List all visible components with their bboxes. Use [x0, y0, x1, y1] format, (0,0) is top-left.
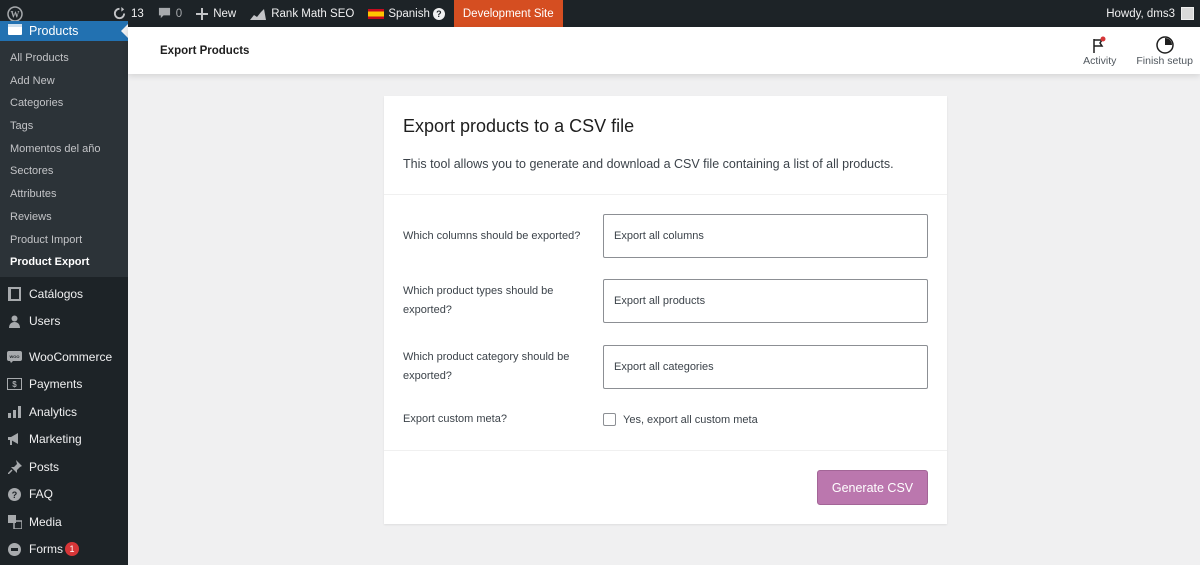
submenu-attributes[interactable]: Attributes	[0, 183, 128, 206]
export-card: Export products to a CSV file This tool …	[384, 96, 947, 524]
megaphone-icon	[7, 432, 22, 446]
updates-count: 13	[131, 7, 144, 20]
submenu-sectores[interactable]: Sectores	[0, 160, 128, 183]
page-header: Export Products Activity Finish setup	[128, 27, 1200, 74]
analytics-icon	[7, 405, 22, 418]
comments-count: 0	[175, 7, 183, 20]
product-types-select[interactable]: Export all products	[603, 279, 928, 323]
language-switcher[interactable]: Spanish ?	[361, 0, 452, 27]
sidebar-item-media[interactable]: Media	[0, 508, 128, 536]
new-label: New	[213, 7, 237, 20]
media-icon	[7, 514, 22, 529]
rank-math-button[interactable]: Rank Math SEO	[243, 0, 361, 27]
users-icon	[7, 315, 22, 328]
products-icon	[8, 24, 22, 38]
progress-circle-icon	[1155, 35, 1174, 55]
rank-math-icon	[250, 8, 267, 20]
forms-icon	[7, 542, 22, 556]
svg-text:WOO: WOO	[10, 354, 20, 359]
columns-row: Which columns should be exported? Export…	[403, 214, 928, 258]
products-submenu: All Products Add New Categories Tags Mom…	[0, 41, 128, 277]
custom-meta-checkbox-label: Yes, export all custom meta	[623, 413, 758, 426]
sidebar-item-products[interactable]: Products	[0, 21, 128, 41]
comment-icon	[158, 7, 171, 20]
sidebar-item-label: FAQ	[29, 487, 54, 502]
activity-button[interactable]: Activity	[1073, 27, 1126, 74]
submenu-all-products[interactable]: All Products	[0, 47, 128, 70]
language-label: Spanish	[388, 7, 430, 20]
sidebar-item-label: Payments	[29, 377, 83, 392]
sidebar-item-label: Forms	[29, 542, 63, 557]
page-title: Export Products	[160, 44, 250, 57]
submenu-momentos[interactable]: Momentos del año	[0, 138, 128, 161]
product-category-select[interactable]: Export all categories	[603, 345, 928, 389]
export-form: Which columns should be exported? Export…	[384, 195, 947, 451]
plus-icon	[196, 7, 209, 20]
payments-icon: $	[7, 378, 22, 391]
submenu-reviews[interactable]: Reviews	[0, 206, 128, 229]
sidebar-item-label: Users	[29, 314, 61, 329]
sidebar-item-label: Marketing	[29, 432, 82, 447]
forms-notification-badge: 1	[65, 542, 79, 557]
woocommerce-icon: WOO	[7, 350, 22, 363]
spain-flag-icon	[368, 8, 385, 19]
sidebar-item-label: Media	[29, 514, 62, 529]
comments-button[interactable]: 0	[151, 0, 189, 27]
sidebar-item-label: Analytics	[29, 404, 78, 419]
sidebar-item-label: Catálogos	[29, 286, 84, 301]
activity-label: Activity	[1083, 54, 1117, 67]
help-icon: ?	[7, 487, 22, 501]
custom-meta-checkbox[interactable]	[603, 413, 616, 426]
help-icon: ?	[432, 7, 445, 20]
sidebar-item-analytics[interactable]: Analytics	[0, 398, 128, 426]
sidebar-item-marketing[interactable]: Marketing	[0, 425, 128, 453]
submenu-product-import[interactable]: Product Import	[0, 229, 128, 252]
sidebar-item-catalogos[interactable]: Catálogos	[0, 280, 128, 308]
submenu-tags[interactable]: Tags	[0, 115, 128, 138]
product-types-row: Which product types should be exported? …	[403, 279, 928, 323]
rank-math-label: Rank Math SEO	[271, 7, 355, 20]
admin-bar: W 13 0 New Rank Math SEO Spanish ? Devel…	[0, 0, 1200, 27]
sidebar-item-faq[interactable]: ? FAQ	[0, 480, 128, 508]
book-icon	[7, 286, 22, 301]
sidebar-item-label: Products	[29, 24, 79, 38]
svg-text:?: ?	[12, 490, 18, 500]
product-types-label: Which product types should be exported?	[403, 285, 554, 316]
custom-meta-option[interactable]: Yes, export all custom meta	[603, 413, 758, 426]
new-content-button[interactable]: New	[189, 0, 243, 27]
finish-setup-button[interactable]: Finish setup	[1126, 27, 1200, 74]
card-description: This tool allows you to generate and dow…	[403, 157, 894, 171]
sidebar-item-users[interactable]: Users	[0, 307, 128, 335]
submenu-product-export[interactable]: Product Export	[0, 251, 128, 274]
custom-meta-row: Export custom meta? Yes, export all cust…	[403, 410, 928, 429]
generate-csv-button[interactable]: Generate CSV	[817, 470, 928, 505]
sidebar-item-label: WooCommerce	[29, 349, 113, 364]
sidebar-item-payments[interactable]: $ Payments	[0, 370, 128, 398]
svg-text:$: $	[12, 380, 17, 389]
sidebar-item-label: Posts	[29, 459, 60, 474]
submenu-add-new[interactable]: Add New	[0, 70, 128, 93]
development-site-badge[interactable]: Development Site	[453, 0, 563, 27]
card-title: Export products to a CSV file	[403, 116, 635, 136]
sidebar-item-forms[interactable]: Forms 1	[0, 535, 128, 563]
admin-sidebar: Products All Products Add New Categories…	[0, 21, 128, 565]
flag-icon	[1092, 35, 1108, 55]
columns-label: Which columns should be exported?	[403, 229, 581, 242]
wordpress-icon: W	[7, 5, 23, 22]
greeting: Howdy, dms3	[1106, 7, 1175, 20]
product-category-label: Which product category should be exporte…	[403, 351, 570, 382]
refresh-icon	[113, 7, 126, 20]
finish-setup-label: Finish setup	[1136, 54, 1193, 67]
pin-icon	[7, 459, 22, 474]
submenu-categories[interactable]: Categories	[0, 92, 128, 115]
columns-select[interactable]: Export all columns	[603, 214, 928, 258]
sidebar-item-woocommerce[interactable]: WOO WooCommerce	[0, 343, 128, 371]
avatar	[1181, 7, 1194, 20]
svg-text:W: W	[11, 9, 20, 19]
my-account-button[interactable]: Howdy, dms3	[1099, 0, 1200, 27]
product-category-row: Which product category should be exporte…	[403, 345, 928, 389]
custom-meta-label: Export custom meta?	[403, 413, 507, 425]
sidebar-item-posts[interactable]: Posts	[0, 453, 128, 481]
